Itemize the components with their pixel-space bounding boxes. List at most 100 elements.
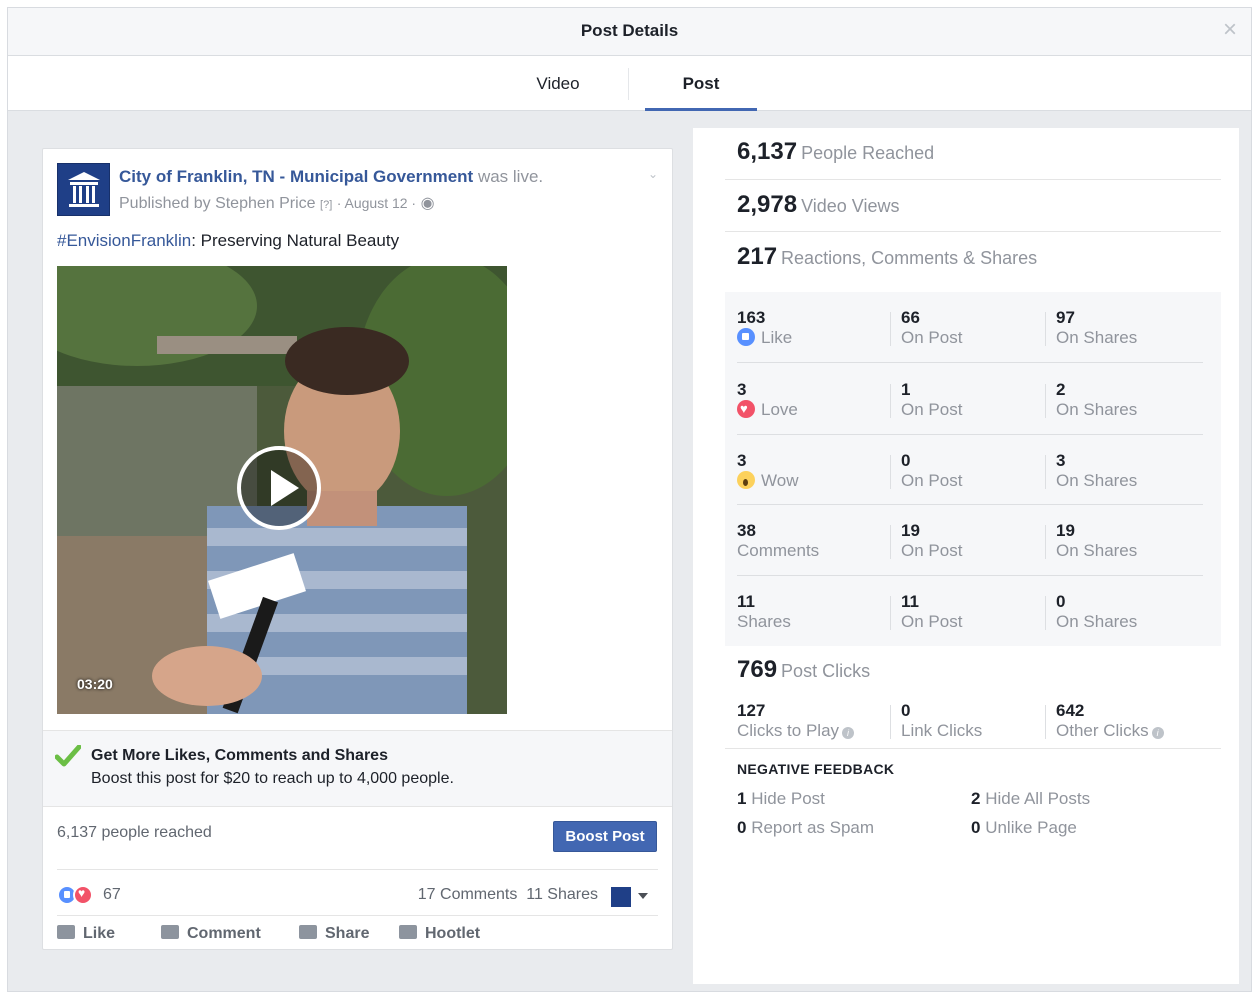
share-label: Share xyxy=(325,925,370,942)
wow-on-post-value: 0 xyxy=(901,451,911,470)
like-total: 163 Like xyxy=(737,308,792,348)
checkmark-icon xyxy=(55,745,81,767)
divider xyxy=(737,575,1203,576)
post-insights-panel: 6,137 People Reached 2,978 Video Views 217… xyxy=(693,128,1239,984)
comments-total: 38 Comments xyxy=(737,521,819,561)
on-shares-label: On Shares xyxy=(1056,612,1138,631)
comments-total-value: 38 xyxy=(737,521,756,540)
unlike-page-label: Unlike Page xyxy=(985,818,1077,837)
page-avatar-icon xyxy=(611,887,631,907)
wow-on-shares: 3 On Shares xyxy=(1056,451,1137,491)
play-button-icon[interactable] xyxy=(237,446,321,530)
close-icon[interactable]: × xyxy=(1223,18,1237,42)
like-on-shares: 97 On Shares xyxy=(1056,308,1137,348)
like-total-value: 163 xyxy=(737,308,766,327)
post-clicks-label: Post Clicks xyxy=(781,661,871,681)
comments-count-link[interactable]: 17 Comments xyxy=(418,886,518,903)
divider xyxy=(725,179,1221,180)
people-reached-stat: 6,137 People Reached xyxy=(737,138,934,166)
boost-post-button[interactable]: Boost Post xyxy=(553,821,657,852)
divider xyxy=(57,869,658,870)
people-reached-label: People Reached xyxy=(801,143,935,163)
comment-share-counts: 17 Comments 11 Shares xyxy=(418,886,598,904)
divider xyxy=(890,596,891,630)
love-on-shares-value: 2 xyxy=(1056,380,1066,399)
page-logo[interactable] xyxy=(57,163,110,216)
comment-label: Comment xyxy=(187,925,261,942)
divider xyxy=(890,455,891,489)
shares-on-post-value: 11 xyxy=(901,592,919,611)
report-spam-label: Report as Spam xyxy=(751,818,875,837)
thumbs-up-icon xyxy=(57,925,75,939)
chevron-down-icon[interactable]: ⌄ xyxy=(648,167,658,181)
reaction-count: 67 xyxy=(103,886,121,903)
report-spam-value: 0 xyxy=(737,818,747,837)
love-reaction-icon xyxy=(73,885,93,905)
post-actions: Like Comment Share Hootlet xyxy=(57,925,658,951)
modal-title: Post Details xyxy=(580,21,679,40)
hashtag-link[interactable]: #EnvisionFranklin xyxy=(57,231,191,250)
comments-on-post: 19 On Post xyxy=(901,521,962,561)
like-on-post-value: 66 xyxy=(901,308,920,327)
comment-button[interactable]: Comment xyxy=(161,925,261,943)
published-by: Published by Stephen Price xyxy=(119,195,316,212)
comments-on-shares: 19 On Shares xyxy=(1056,521,1137,561)
like-on-post: 66 On Post xyxy=(901,308,962,348)
divider xyxy=(890,384,891,418)
divider xyxy=(1045,455,1046,489)
love-total: 3 Love xyxy=(737,380,798,420)
hide-all-posts-value: 2 xyxy=(971,789,981,808)
on-shares-label: On Shares xyxy=(1056,541,1138,560)
hide-post-label: Hide Post xyxy=(751,789,825,808)
video-views-stat: 2,978 Video Views xyxy=(737,191,899,219)
comments-total-label: Comments xyxy=(737,541,820,560)
wow-on-shares-value: 3 xyxy=(1056,451,1066,470)
clicks-to-play-label: Clicks to Play xyxy=(737,721,840,740)
other-clicks-label: Other Clicks xyxy=(1056,721,1149,740)
link-clicks-label: Link Clicks xyxy=(901,721,983,740)
divider xyxy=(890,312,891,346)
boost-suggestion: Get More Likes, Comments and Shares Boos… xyxy=(43,730,672,807)
divider xyxy=(737,434,1203,435)
shares-count-link[interactable]: 11 Shares xyxy=(526,886,598,903)
video-views-value: 2,978 xyxy=(737,191,798,218)
post-card: City of Franklin, TN - Municipal Governm… xyxy=(42,148,673,950)
shares-total: 11 Shares xyxy=(737,592,791,632)
hide-all-posts-label: Hide All Posts xyxy=(985,789,1091,808)
video-player[interactable]: 03:20 xyxy=(57,266,507,714)
info-icon[interactable]: i xyxy=(842,727,855,739)
clicks-to-play: 127 Clicks to Play i xyxy=(737,701,855,741)
share-button[interactable]: Share xyxy=(299,925,369,943)
post-text-body: : Preserving Natural Beauty xyxy=(191,231,400,250)
divider xyxy=(890,525,891,559)
share-arrow-icon xyxy=(299,925,317,939)
hide-post-value: 1 xyxy=(737,789,747,808)
post-text: #EnvisionFranklin: Preserving Natural Be… xyxy=(57,231,399,251)
hootlet-label: Hootlet xyxy=(425,925,481,942)
boost-subtitle: Boost this post for $20 to reach up to 4… xyxy=(91,770,454,787)
other-clicks: 642 Other Clicks i xyxy=(1056,701,1164,741)
info-icon[interactable]: i xyxy=(1151,727,1164,739)
clicks-to-play-value: 127 xyxy=(737,701,766,720)
help-marker[interactable]: [?] xyxy=(320,199,332,211)
on-shares-label: On Shares xyxy=(1056,400,1138,419)
link-clicks-value: 0 xyxy=(901,701,911,720)
comment-icon xyxy=(161,925,179,939)
divider xyxy=(57,915,658,916)
like-button[interactable]: Like xyxy=(57,925,115,943)
wow-total-value: 3 xyxy=(737,451,747,470)
divider xyxy=(1045,312,1046,346)
tab-video[interactable]: Video xyxy=(498,56,618,111)
post-date[interactable]: · August 12 · xyxy=(337,195,416,211)
on-shares-label: On Shares xyxy=(1056,471,1138,490)
tab-post[interactable]: Post xyxy=(645,56,757,111)
shares-total-label: Shares xyxy=(737,612,791,631)
divider xyxy=(725,748,1221,749)
page-identity-selector[interactable] xyxy=(611,885,653,909)
post-details-modal: Post Details × Video Post City of Frankl… xyxy=(7,7,1252,992)
page-name-link[interactable]: City of Franklin, TN - Municipal Governm… xyxy=(119,167,473,186)
like-on-shares-value: 97 xyxy=(1056,308,1075,327)
building-icon xyxy=(68,172,100,207)
hootlet-button[interactable]: Hootlet xyxy=(399,925,480,943)
like-icon xyxy=(737,328,755,346)
